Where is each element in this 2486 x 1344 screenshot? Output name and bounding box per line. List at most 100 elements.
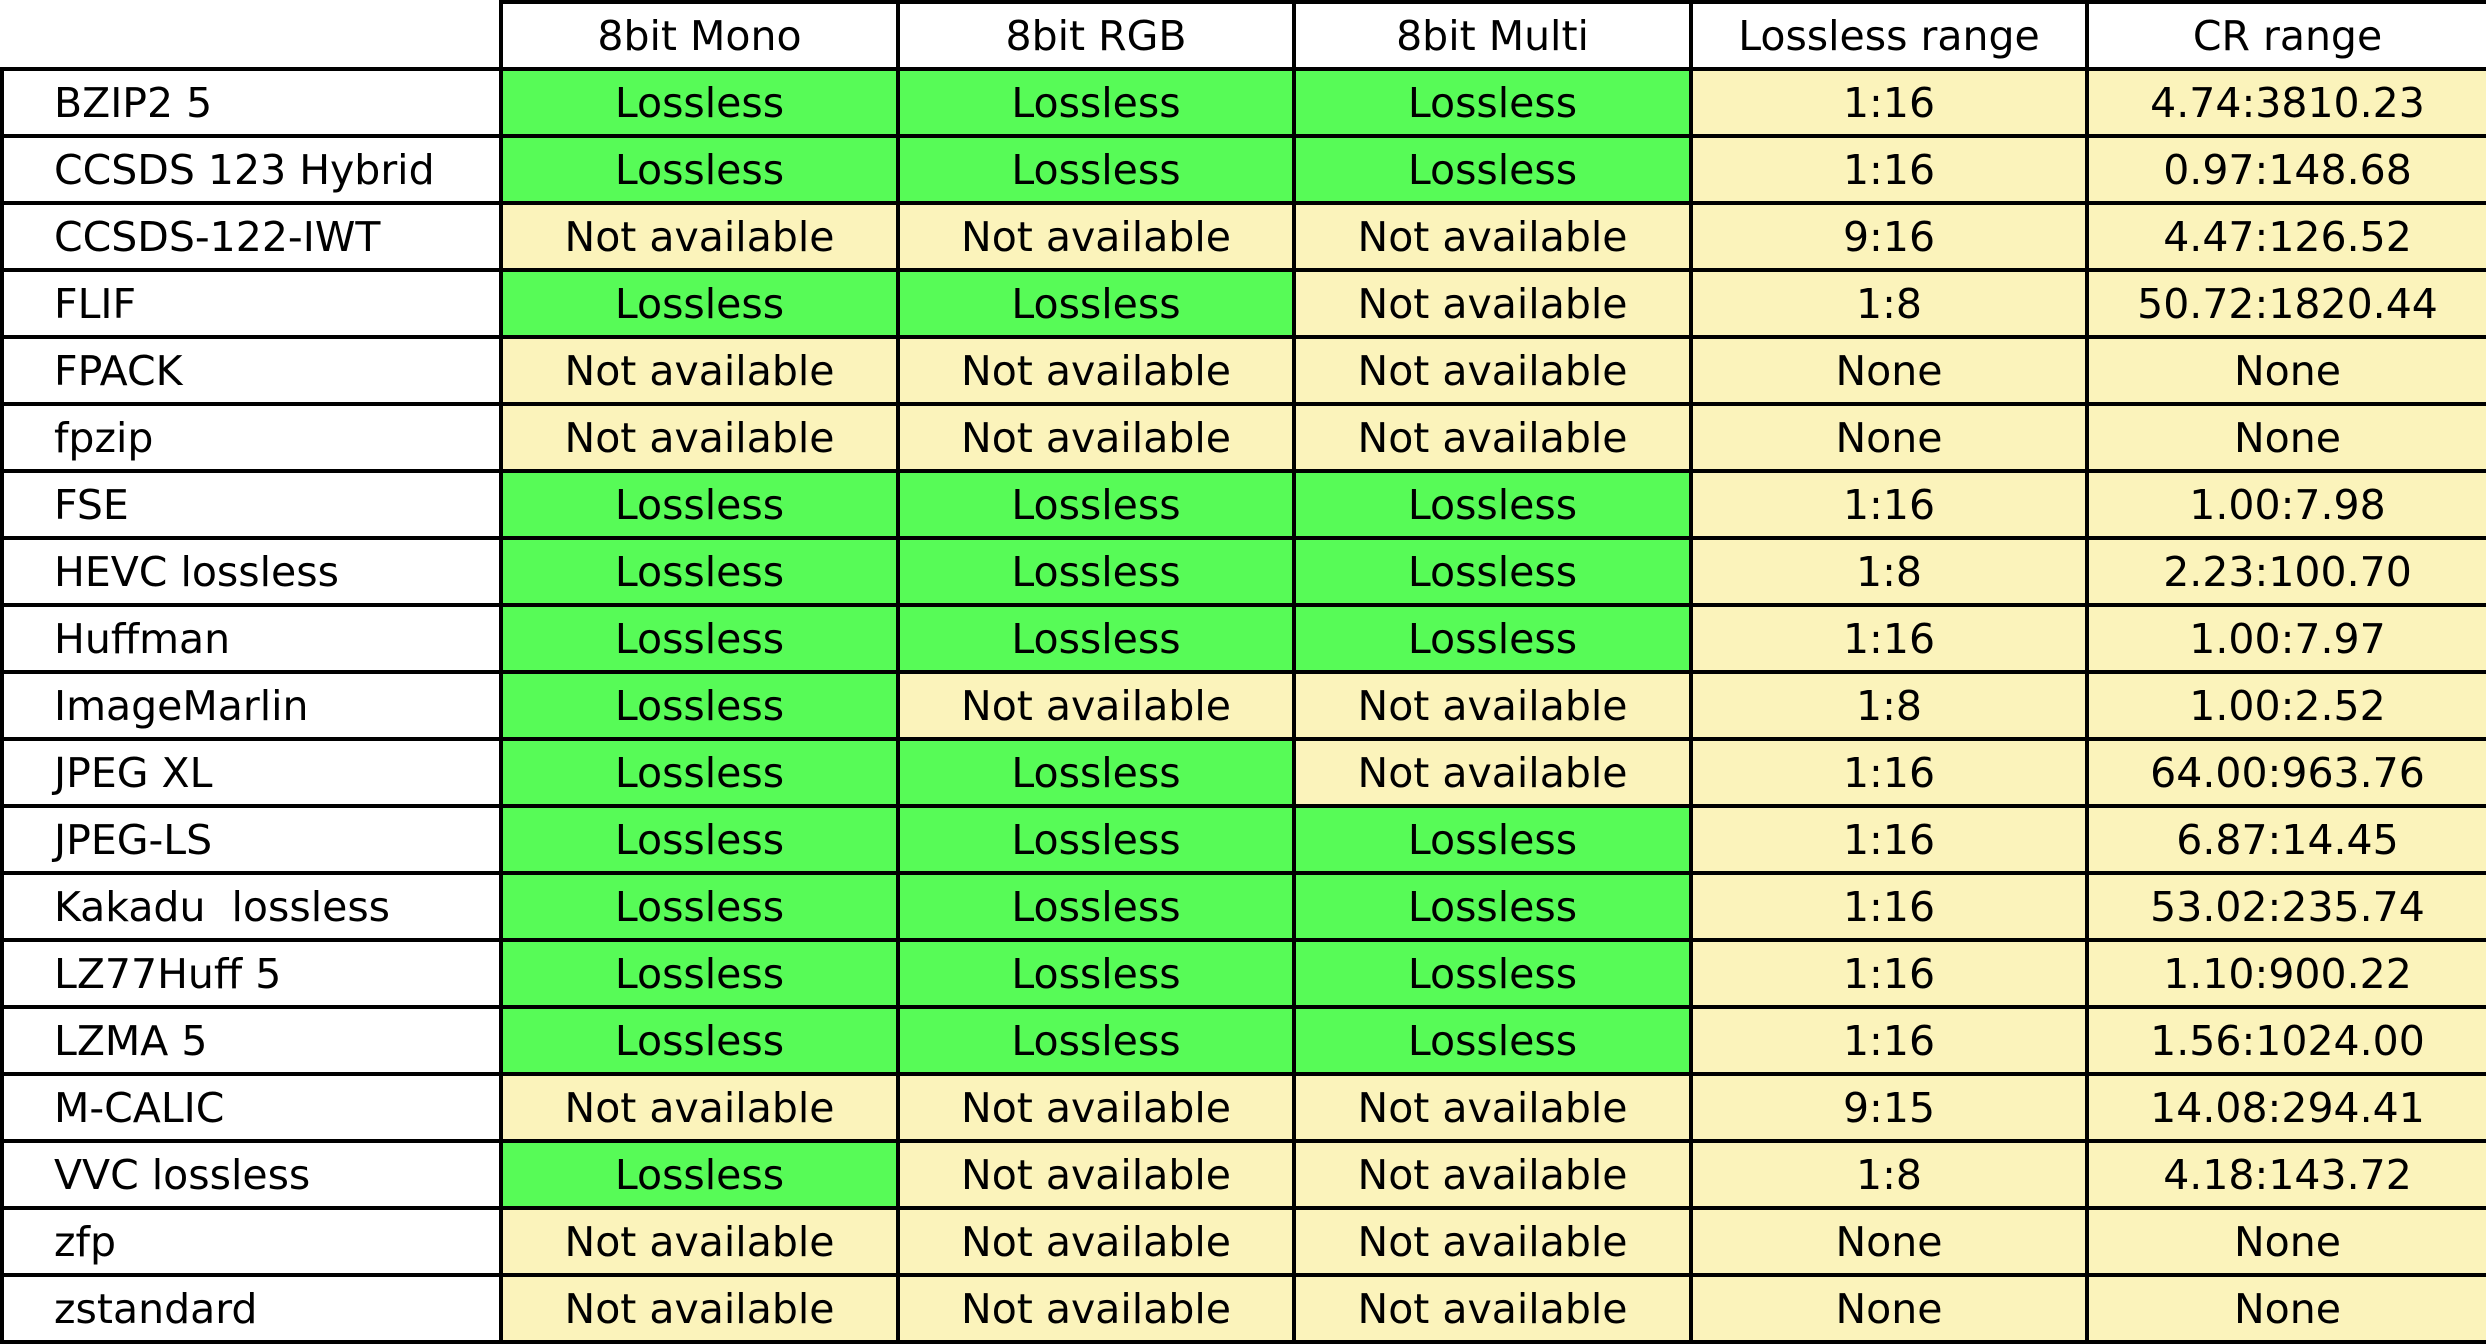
lossless-range-cell: 1:16 (1689, 871, 2089, 942)
lossless-range-cell: 1:8 (1689, 1139, 2089, 1210)
mono-cell: Lossless (499, 871, 900, 942)
lossless-range-cell: 1:16 (1689, 804, 2089, 875)
lossless-range-cell: 1:16 (1689, 469, 2089, 540)
lossless-range-cell: 1:8 (1689, 268, 2089, 339)
rgb-cell: Not available (896, 1072, 1296, 1143)
table-row: FSE Lossless Lossless Lossless 1:16 1.00:7.98 (0, 469, 2486, 540)
lossless-range-cell: 9:16 (1689, 201, 2089, 272)
rgb-cell: Lossless (896, 603, 1296, 674)
multi-cell: Not available (1292, 737, 1693, 808)
rgb-cell: Not available (896, 1273, 1296, 1344)
cr-range-cell: 6.87:14.45 (2085, 804, 2486, 875)
header-row: 8bit Mono 8bit RGB 8bit Multi Lossless r… (2, 0, 2486, 71)
mono-cell: Lossless (499, 134, 900, 205)
lossless-range-cell: 1:8 (1689, 536, 2089, 607)
cr-range-cell: 1.56:1024.00 (2085, 1005, 2486, 1076)
mono-cell: Lossless (499, 603, 900, 674)
table-row: VVC lossless Lossless Not available Not ava… (0, 1139, 2486, 1210)
header-cr-range: CR range (2085, 0, 2486, 71)
multi-cell: Not available (1292, 268, 1693, 339)
cr-range-cell: 1.00:2.52 (2085, 670, 2486, 741)
multi-cell: Not available (1292, 201, 1693, 272)
rgb-cell: Lossless (896, 1005, 1296, 1076)
cr-range-cell: None (2085, 402, 2486, 473)
codec-name-cell: CCSDS-122-IWT (0, 201, 503, 272)
multi-cell: Not available (1292, 1273, 1693, 1344)
table-row: JPEG XL Lossless Lossless Not available 1:16… (0, 737, 2486, 808)
multi-cell: Not available (1292, 670, 1693, 741)
cr-range-cell: 4.74:3810.23 (2085, 67, 2486, 138)
lossless-range-cell: 1:16 (1689, 737, 2089, 808)
multi-cell: Lossless (1292, 536, 1693, 607)
rgb-cell: Lossless (896, 134, 1296, 205)
table-row: FLIF Lossless Lossless Not available 1:8 50.7… (0, 268, 2486, 339)
table-row: CCSDS-122-IWT Not available Not available N… (0, 201, 2486, 272)
multi-cell: Not available (1292, 335, 1693, 406)
lossless-range-cell: 1:16 (1689, 134, 2089, 205)
rgb-cell: Not available (896, 670, 1296, 741)
codec-name-cell: JPEG XL (0, 737, 503, 808)
multi-cell: Lossless (1292, 804, 1693, 875)
table-row: BZIP2 5 Lossless Lossless Lossless 1:16 4.74:… (0, 67, 2486, 138)
table-row: LZMA 5 Lossless Lossless Lossless 1:16 1.56:1… (0, 1005, 2486, 1076)
multi-cell: Not available (1292, 1206, 1693, 1277)
codec-name-cell: HEVC lossless (0, 536, 503, 607)
mono-cell: Lossless (499, 536, 900, 607)
header-8bit-mono: 8bit Mono (499, 0, 900, 71)
rgb-cell: Lossless (896, 268, 1296, 339)
multi-cell: Not available (1292, 1072, 1693, 1143)
rgb-cell: Lossless (896, 469, 1296, 540)
mono-cell: Lossless (499, 67, 900, 138)
mono-cell: Lossless (499, 737, 900, 808)
mono-cell: Lossless (499, 469, 900, 540)
table-row: Kakadu lossless Lossless Lossless Lossless 1… (0, 871, 2486, 942)
lossless-range-cell: None (1689, 402, 2089, 473)
codec-name-cell: BZIP2 5 (0, 67, 503, 138)
table-row: JPEG-LS Lossless Lossless Lossless 1:16 6.87:… (0, 804, 2486, 875)
cr-range-cell: None (2085, 335, 2486, 406)
codec-name-cell: Kakadu lossless (0, 871, 503, 942)
multi-cell: Lossless (1292, 938, 1693, 1009)
cr-range-cell: 1.00:7.98 (2085, 469, 2486, 540)
multi-cell: Lossless (1292, 603, 1693, 674)
table-body: BZIP2 5 Lossless Lossless Lossless 1:16 4.74:… (0, 67, 2486, 1344)
table-row: zfp Not available Not available Not availab… (0, 1206, 2486, 1277)
table-row: fpzip Not available Not available Not avail… (0, 402, 2486, 473)
table-row: FPACK Not available Not available Not avail… (0, 335, 2486, 406)
lossless-range-cell: 1:16 (1689, 938, 2089, 1009)
cr-range-cell: 1.10:900.22 (2085, 938, 2486, 1009)
lossless-range-cell: None (1689, 1206, 2089, 1277)
cr-range-cell: 64.00:963.76 (2085, 737, 2486, 808)
mono-cell: Lossless (499, 938, 900, 1009)
mono-cell: Not available (499, 1072, 900, 1143)
mono-cell: Not available (499, 1206, 900, 1277)
table-row: M-CALIC Not available Not available Not ava… (0, 1072, 2486, 1143)
mono-cell: Lossless (499, 804, 900, 875)
mono-cell: Lossless (499, 670, 900, 741)
header-blank-cell (2, 2, 501, 71)
rgb-cell: Lossless (896, 536, 1296, 607)
mono-cell: Lossless (499, 268, 900, 339)
multi-cell: Lossless (1292, 134, 1693, 205)
rgb-cell: Lossless (896, 938, 1296, 1009)
lossless-range-cell: 1:16 (1689, 67, 2089, 138)
compression-support-table: 8bit Mono 8bit RGB 8bit Multi Lossless r… (0, 0, 2486, 1344)
cr-range-cell: 14.08:294.41 (2085, 1072, 2486, 1143)
rgb-cell: Lossless (896, 871, 1296, 942)
codec-name-cell: fpzip (0, 402, 503, 473)
codec-name-cell: FSE (0, 469, 503, 540)
codec-name-cell: zfp (0, 1206, 503, 1277)
rgb-cell: Not available (896, 201, 1296, 272)
codec-name-cell: ImageMarlin (0, 670, 503, 741)
rgb-cell: Not available (896, 1206, 1296, 1277)
multi-cell: Lossless (1292, 469, 1693, 540)
rgb-cell: Not available (896, 402, 1296, 473)
cr-range-cell: 50.72:1820.44 (2085, 268, 2486, 339)
lossless-range-cell: 1:16 (1689, 603, 2089, 674)
mono-cell: Lossless (499, 1005, 900, 1076)
codec-name-cell: M-CALIC (0, 1072, 503, 1143)
cr-range-cell: None (2085, 1206, 2486, 1277)
codec-name-cell: FPACK (0, 335, 503, 406)
codec-name-cell: FLIF (0, 268, 503, 339)
table-row: HEVC lossless Lossless Lossless Lossless 1:8… (0, 536, 2486, 607)
